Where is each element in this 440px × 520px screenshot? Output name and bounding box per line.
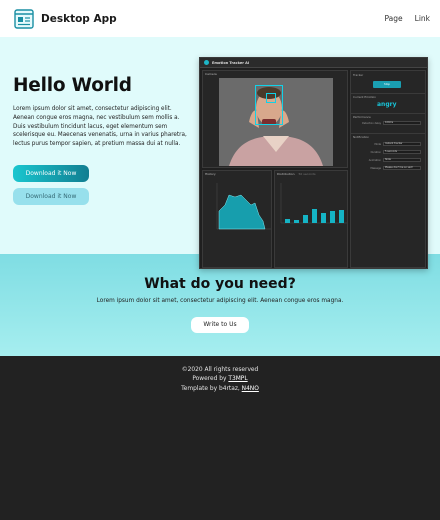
nav-links: Page Link xyxy=(384,14,430,23)
tracker-sidebar: Tracker Stop Current Emotion angry Perfo… xyxy=(350,70,426,268)
cta-title: What do you need? xyxy=(144,276,296,292)
cta-section: What do you need? Lorem ipsum dolor sit … xyxy=(0,254,440,356)
footer: ©2020 All rights reserved Powered by T3M… xyxy=(0,356,440,520)
history-label: History xyxy=(205,172,216,176)
footer-copyright: ©2020 All rights reserved xyxy=(181,367,259,373)
notif-animation-label: Animation xyxy=(368,159,381,162)
brand-name: Desktop App xyxy=(41,12,117,25)
detection-delay-label: Detection delay xyxy=(362,122,381,125)
distribution-subtitle: 50 seconds xyxy=(298,172,316,176)
nav-link-page[interactable]: Page xyxy=(384,14,402,23)
history-panel: History xyxy=(202,170,272,268)
hero-section: Hello World Lorem ipsum dolor sit amet, … xyxy=(0,37,440,269)
distribution-bar-chart xyxy=(280,183,347,224)
distribution-panel: Distribution 50 seconds xyxy=(274,170,348,268)
app-window-icon xyxy=(14,8,34,29)
history-area-chart xyxy=(216,183,271,230)
hero-description: Lorem ipsum dolor sit amet, consectetur … xyxy=(13,106,187,148)
notif-animation-select[interactable]: Slide xyxy=(383,158,421,162)
current-emotion-value: angry xyxy=(377,101,397,108)
cta-description: Lorem ipsum dolor sit amet, consectetur … xyxy=(96,298,344,304)
distribution-title: Distribution xyxy=(277,172,295,176)
divider xyxy=(351,133,425,134)
notif-duration-label: Duration xyxy=(370,151,381,154)
footer-powered: Powered by T3MPL xyxy=(0,375,440,384)
notif-mode-label: Mode xyxy=(374,143,381,146)
app-screenshot: Emotion Tracker AI Camera Tracker Stop C… xyxy=(199,57,428,269)
stop-button[interactable]: Stop xyxy=(373,81,401,88)
camera-feed-image xyxy=(219,78,333,166)
footer-template-prefix: Template by b4rtaz, xyxy=(181,385,240,392)
write-to-us-button[interactable]: Write to Us xyxy=(191,317,249,333)
footer-template: Template by b4rtaz, N4NO xyxy=(0,385,440,394)
download-button-primary[interactable]: Download it Now xyxy=(13,165,89,183)
app-eye-icon xyxy=(204,60,209,65)
face-detection-box xyxy=(255,85,283,125)
t3mpl-link[interactable]: T3MPL xyxy=(228,376,247,382)
nav-link-link[interactable]: Link xyxy=(415,14,430,23)
screenshot-app-name: Emotion Tracker AI xyxy=(212,60,250,65)
divider xyxy=(351,93,425,94)
notif-duration-select[interactable]: 5 seconds xyxy=(383,150,421,154)
tracker-label: Tracker xyxy=(353,73,364,77)
detection-delay-select[interactable]: 100ms xyxy=(383,121,421,125)
n4no-link[interactable]: N4NO xyxy=(242,386,259,392)
top-navbar: Desktop App Page Link xyxy=(0,0,440,37)
camera-panel: Camera xyxy=(202,70,348,168)
notif-message-input[interactable]: Please don't be so sad! xyxy=(383,166,421,170)
camera-label: Camera xyxy=(205,72,217,76)
download-button-secondary[interactable]: Download it Now xyxy=(13,188,89,206)
hero-content: Hello World Lorem ipsum dolor sit amet, … xyxy=(13,75,193,206)
distribution-label: Distribution 50 seconds xyxy=(275,171,347,177)
notif-mode-select[interactable]: Instant tracker xyxy=(383,142,421,146)
notif-message-label: Message xyxy=(370,167,381,170)
current-emotion-label: Current Emotion xyxy=(353,95,376,99)
screenshot-titlebar: Emotion Tracker AI xyxy=(200,58,427,68)
performance-label: Performance xyxy=(353,115,371,119)
eye-detection-box xyxy=(266,93,276,103)
footer-powered-prefix: Powered by xyxy=(192,376,227,383)
brand[interactable]: Desktop App xyxy=(14,8,117,29)
hero-title: Hello World xyxy=(13,75,132,96)
notification-label: Notification xyxy=(353,135,370,139)
divider xyxy=(351,113,425,114)
